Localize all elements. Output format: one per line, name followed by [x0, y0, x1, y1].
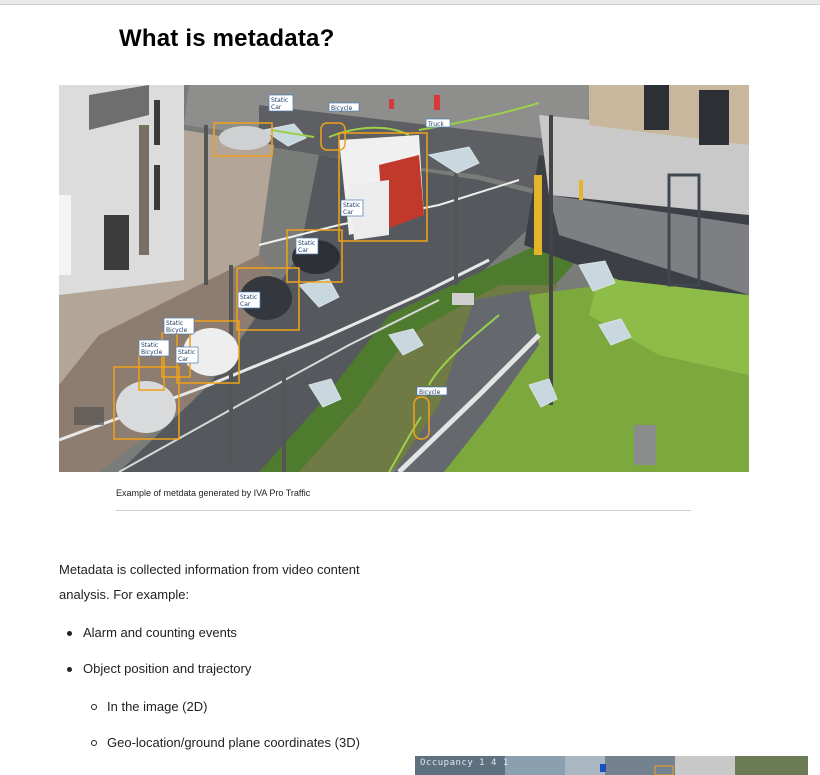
list-item: Object position and trajectory In the im…	[59, 657, 399, 755]
tag-car-4: Car	[240, 301, 251, 308]
tag-bicycle-bottom: Bicycle	[419, 389, 441, 396]
tag-bicycle-5: Bicycle	[166, 327, 188, 334]
metadata-types-list: Alarm and counting events Object positio…	[59, 621, 399, 755]
list-item-alarm: Alarm and counting events	[83, 625, 237, 640]
list-item-image-2d: In the image (2D)	[107, 699, 208, 714]
tag-car-2: Car	[343, 209, 354, 216]
tag-static-5: Static	[166, 320, 183, 327]
list-item: Alarm and counting events	[59, 621, 399, 645]
tag-static-4: Static	[240, 294, 257, 301]
tag-static-7: Static	[178, 349, 195, 356]
figure-caption: Example of metdata generated by IVA Pro …	[116, 488, 311, 498]
tag-static-6: Static	[141, 342, 158, 349]
tag-static-1: Static	[271, 97, 288, 104]
caption-divider	[116, 510, 691, 511]
occupancy-example-image: Occupancy 1 4 1	[415, 756, 808, 775]
list-item: In the image (2D)	[83, 695, 399, 719]
tag-truck: Truck	[427, 121, 444, 128]
position-sublist: In the image (2D) Geo-location/ground pl…	[83, 695, 399, 755]
tag-static-2: Static	[343, 202, 360, 209]
tag-bicycle-6: Bicycle	[141, 349, 163, 356]
tag-car-1: Car	[271, 104, 282, 111]
tag-car-7: Car	[178, 356, 189, 363]
browser-top-edge	[0, 0, 820, 5]
metadata-example-image: Static Car Bicycle Truck Static Car Stat…	[59, 85, 749, 472]
list-item-position: Object position and trajectory	[83, 661, 252, 676]
tag-bicycle-top: Bicycle	[331, 105, 353, 112]
list-item: Geo-location/ground plane coordinates (3…	[83, 731, 399, 755]
occupancy-overlay-label: Occupancy 1 4 1	[420, 758, 509, 768]
list-item-geo-3d: Geo-location/ground plane coordinates (3…	[107, 735, 360, 750]
page-title: What is metadata?	[119, 25, 335, 52]
intro-paragraph: Metadata is collected information from v…	[59, 562, 360, 602]
tag-car-3: Car	[298, 247, 309, 254]
tag-static-3: Static	[298, 240, 315, 247]
